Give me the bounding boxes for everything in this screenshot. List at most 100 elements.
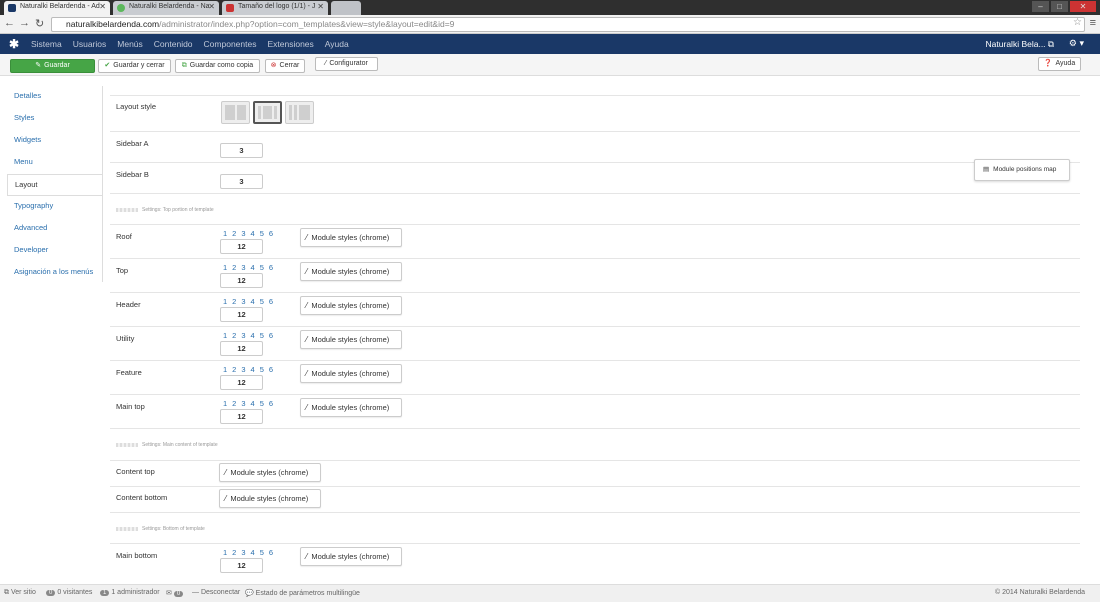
view-site-link[interactable]: ⧉ Ver sitio: [4, 589, 36, 597]
sidebar-a-field[interactable]: 3: [220, 143, 263, 158]
configurator-button[interactable]: ⁄ Configurator: [315, 57, 378, 71]
column-option-5[interactable]: 5: [260, 399, 264, 408]
position-width-field[interactable]: 12: [220, 375, 263, 390]
column-option-6[interactable]: 6: [269, 365, 273, 374]
column-option-3[interactable]: 3: [241, 229, 245, 238]
forward-arrow-icon[interactable]: →: [19, 17, 30, 29]
module-styles-button[interactable]: ⁄ Module styles (chrome): [300, 330, 402, 349]
menu-extensiones[interactable]: Extensiones: [267, 39, 313, 49]
browser-menu-icon[interactable]: ≡: [1090, 17, 1096, 29]
module-styles-button[interactable]: ⁄ Module styles (chrome): [300, 364, 402, 383]
column-option-5[interactable]: 5: [260, 365, 264, 374]
column-option-4[interactable]: 4: [251, 229, 255, 238]
sidebar-item-menu-assignment[interactable]: Asignación a los menús: [0, 262, 102, 284]
column-option-4[interactable]: 4: [251, 263, 255, 272]
menu-menus[interactable]: Menús: [117, 39, 143, 49]
sidebar-item-widgets[interactable]: Widgets: [0, 130, 102, 152]
position-width-field[interactable]: 12: [220, 307, 263, 322]
main-bottom-width-field[interactable]: 12: [220, 558, 263, 573]
joomla-logo-icon[interactable]: ✱: [9, 37, 19, 51]
new-tab-button[interactable]: [331, 1, 361, 15]
sidebar-item-developer[interactable]: Developer: [0, 240, 102, 262]
column-option-6[interactable]: 6: [269, 399, 273, 408]
column-option-5[interactable]: 5: [260, 331, 264, 340]
column-option-4[interactable]: 4: [251, 331, 255, 340]
back-arrow-icon[interactable]: ←: [4, 17, 15, 29]
url-input[interactable]: naturalkibelardenda.com/administrator/in…: [51, 17, 1085, 32]
column-option-2[interactable]: 2: [232, 331, 236, 340]
column-option-3[interactable]: 3: [241, 263, 245, 272]
menu-contenido[interactable]: Contenido: [154, 39, 193, 49]
column-option-6[interactable]: 6: [269, 297, 273, 306]
position-width-field[interactable]: 12: [220, 273, 263, 288]
close-tab-icon[interactable]: ✕: [208, 2, 215, 11]
column-option-3[interactable]: 3: [241, 297, 245, 306]
gear-icon[interactable]: ⚙ ▾: [1069, 38, 1084, 49]
sidebar-item-menu[interactable]: Menu: [0, 152, 102, 174]
column-option-2[interactable]: 2: [232, 297, 236, 306]
menu-usuarios[interactable]: Usuarios: [73, 39, 107, 49]
column-option-1[interactable]: 1: [223, 263, 227, 272]
menu-componentes[interactable]: Componentes: [204, 39, 257, 49]
column-option-4[interactable]: 4: [251, 297, 255, 306]
close-button[interactable]: ⊗ Cerrar: [265, 59, 305, 73]
messages-status[interactable]: ✉ 0: [166, 589, 185, 597]
layout-option-2[interactable]: [253, 101, 282, 124]
layout-option-3[interactable]: [285, 101, 314, 124]
sidebar-item-advanced[interactable]: Advanced: [0, 218, 102, 240]
close-tab-icon[interactable]: ✕: [317, 2, 324, 11]
close-tab-icon[interactable]: ✕: [99, 2, 106, 11]
column-option-5[interactable]: 5: [260, 229, 264, 238]
column-option-1[interactable]: 1: [223, 229, 227, 238]
maximize-icon[interactable]: □: [1051, 1, 1068, 12]
column-option-2[interactable]: 2: [232, 365, 236, 374]
column-option-5[interactable]: 5: [260, 297, 264, 306]
sidebar-item-layout[interactable]: Layout: [7, 174, 102, 196]
column-option-1[interactable]: 1: [223, 548, 227, 557]
column-option-3[interactable]: 3: [241, 399, 245, 408]
menu-ayuda[interactable]: Ayuda: [325, 39, 349, 49]
sidebar-item-styles[interactable]: Styles: [0, 108, 102, 130]
column-option-3[interactable]: 3: [241, 365, 245, 374]
column-option-2[interactable]: 2: [232, 548, 236, 557]
sidebar-b-field[interactable]: 3: [220, 174, 263, 189]
module-styles-button[interactable]: ⁄ Module styles (chrome): [300, 398, 402, 417]
bookmark-star-icon[interactable]: ☆: [1073, 17, 1082, 28]
help-button[interactable]: ❓ Ayuda: [1038, 57, 1081, 71]
close-window-icon[interactable]: ✕: [1070, 1, 1096, 12]
browser-tab-3[interactable]: Tamaño del logo (1/1) - J ✕: [222, 1, 328, 15]
column-option-1[interactable]: 1: [223, 365, 227, 374]
column-option-1[interactable]: 1: [223, 297, 227, 306]
position-width-field[interactable]: 12: [220, 409, 263, 424]
sidebar-item-typography[interactable]: Typography: [0, 196, 102, 218]
save-button[interactable]: ✎ Guardar: [10, 59, 95, 73]
layout-option-1[interactable]: [221, 101, 250, 124]
module-styles-button[interactable]: ⁄ Module styles (chrome): [219, 463, 321, 482]
column-option-6[interactable]: 6: [269, 229, 273, 238]
module-positions-map-button[interactable]: ▤ Module positions map: [974, 159, 1070, 181]
column-option-6[interactable]: 6: [269, 331, 273, 340]
column-option-6[interactable]: 6: [269, 263, 273, 272]
column-option-6[interactable]: 6: [269, 548, 273, 557]
column-option-5[interactable]: 5: [260, 548, 264, 557]
module-styles-button[interactable]: ⁄ Module styles (chrome): [300, 296, 402, 315]
logout-link[interactable]: — Desconectar: [192, 589, 240, 596]
column-option-2[interactable]: 2: [232, 229, 236, 238]
save-close-button[interactable]: ✔ Guardar y cerrar: [98, 59, 171, 73]
browser-tab-2[interactable]: Naturalki Belardenda - Na ✕: [113, 1, 219, 15]
module-styles-button[interactable]: ⁄ Module styles (chrome): [300, 262, 402, 281]
column-option-1[interactable]: 1: [223, 331, 227, 340]
column-option-3[interactable]: 3: [241, 331, 245, 340]
column-option-1[interactable]: 1: [223, 399, 227, 408]
menu-sistema[interactable]: Sistema: [31, 39, 62, 49]
position-width-field[interactable]: 12: [220, 341, 263, 356]
multilang-status-link[interactable]: 💬 Estado de parámetros multilingüe: [245, 589, 360, 597]
module-styles-button[interactable]: ⁄ Module styles (chrome): [219, 489, 321, 508]
reload-icon[interactable]: ↻: [35, 17, 44, 30]
site-name-link[interactable]: Naturalki Bela... ⧉: [986, 39, 1054, 50]
save-copy-button[interactable]: ⧉ Guardar como copia: [175, 59, 260, 73]
sidebar-item-detalles[interactable]: Detalles: [0, 86, 102, 108]
minimize-icon[interactable]: –: [1032, 1, 1049, 12]
column-option-4[interactable]: 4: [251, 365, 255, 374]
column-option-4[interactable]: 4: [251, 399, 255, 408]
